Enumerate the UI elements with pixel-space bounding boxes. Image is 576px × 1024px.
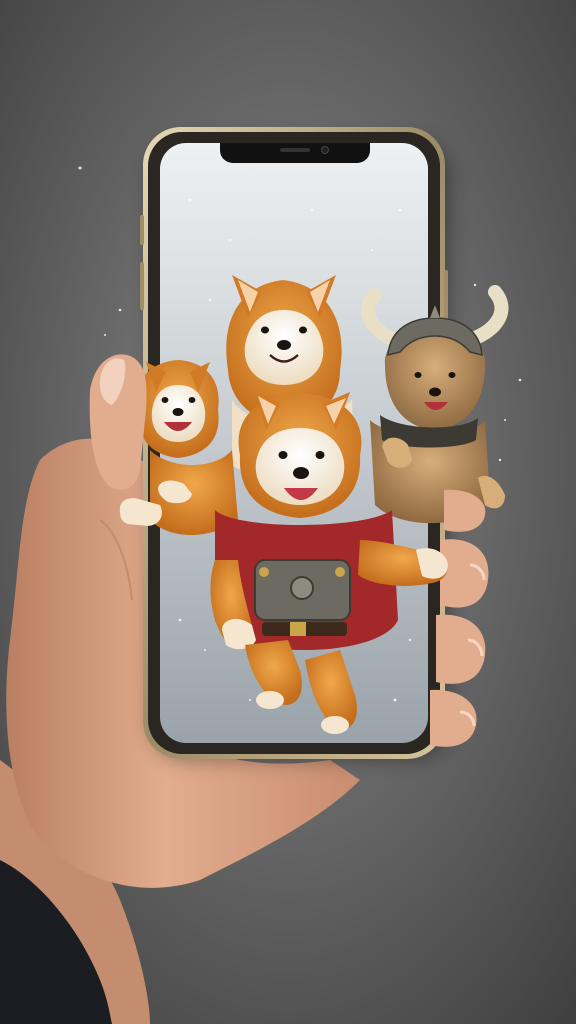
- phone-notch: [220, 143, 370, 163]
- front-camera-icon: [321, 146, 329, 154]
- volume-button: [140, 262, 144, 310]
- photo-scene: [0, 0, 576, 1024]
- speaker-grille: [280, 148, 310, 152]
- side-button: [140, 215, 144, 245]
- scene-canvas: [0, 0, 576, 1024]
